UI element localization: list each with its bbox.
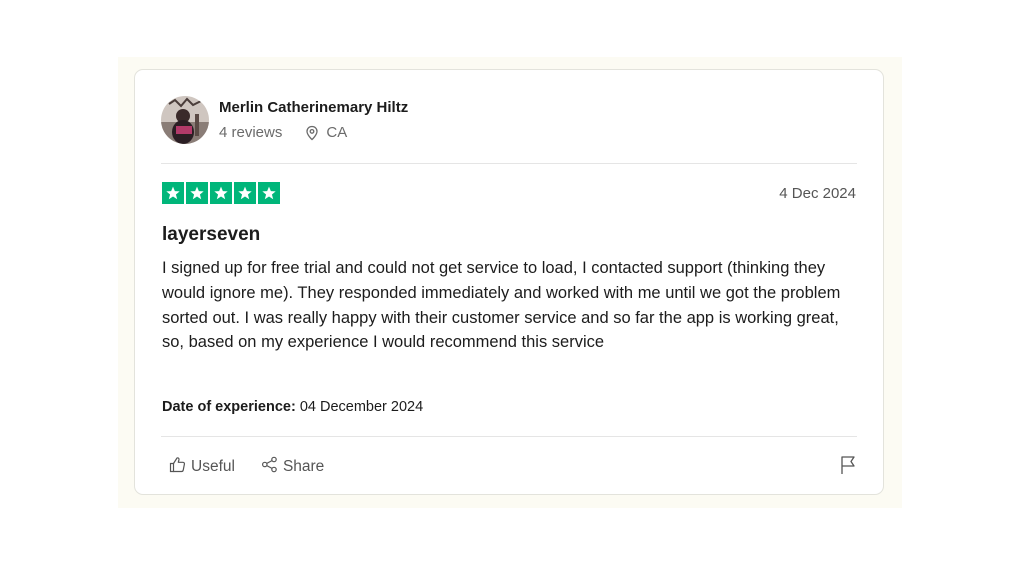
reviewer-location: CA [326, 124, 348, 141]
date-of-experience: Date of experience: 04 December 2024 [162, 399, 423, 415]
review-count[interactable]: 4 reviews [219, 124, 282, 141]
experience-date: 04 December 2024 [299, 399, 424, 415]
star-icon [162, 182, 184, 204]
location-pin-icon [304, 125, 320, 141]
star-icon [234, 182, 256, 204]
useful-button[interactable]: Useful [169, 456, 235, 478]
star-rating [162, 182, 280, 204]
star-icon [186, 182, 208, 204]
useful-label: Useful [191, 458, 235, 475]
reviewer-meta: 4 reviews CA [219, 124, 347, 141]
share-icon [261, 456, 278, 478]
share-button[interactable]: Share [261, 456, 324, 478]
reviewer-header: Merlin Catherinemary Hiltz 4 reviews CA [161, 96, 857, 148]
star-icon [258, 182, 280, 204]
flag-icon[interactable] [839, 455, 857, 480]
experience-label: Date of experience: [162, 399, 296, 415]
footer-divider [161, 436, 857, 437]
review-title[interactable]: layerseven [162, 224, 260, 246]
reviewer-name[interactable]: Merlin Catherinemary Hiltz [219, 99, 408, 116]
share-label: Share [282, 458, 325, 475]
review-card: Merlin Catherinemary Hiltz 4 reviews CA … [134, 69, 884, 495]
review-date: 4 Dec 2024 [779, 185, 856, 202]
star-icon [210, 182, 232, 204]
reviewer-avatar[interactable] [161, 96, 209, 144]
header-divider [161, 163, 857, 164]
thumbs-up-icon [169, 456, 186, 478]
review-actions: Useful Share [169, 456, 324, 478]
review-body: I signed up for free trial and could not… [162, 259, 841, 352]
